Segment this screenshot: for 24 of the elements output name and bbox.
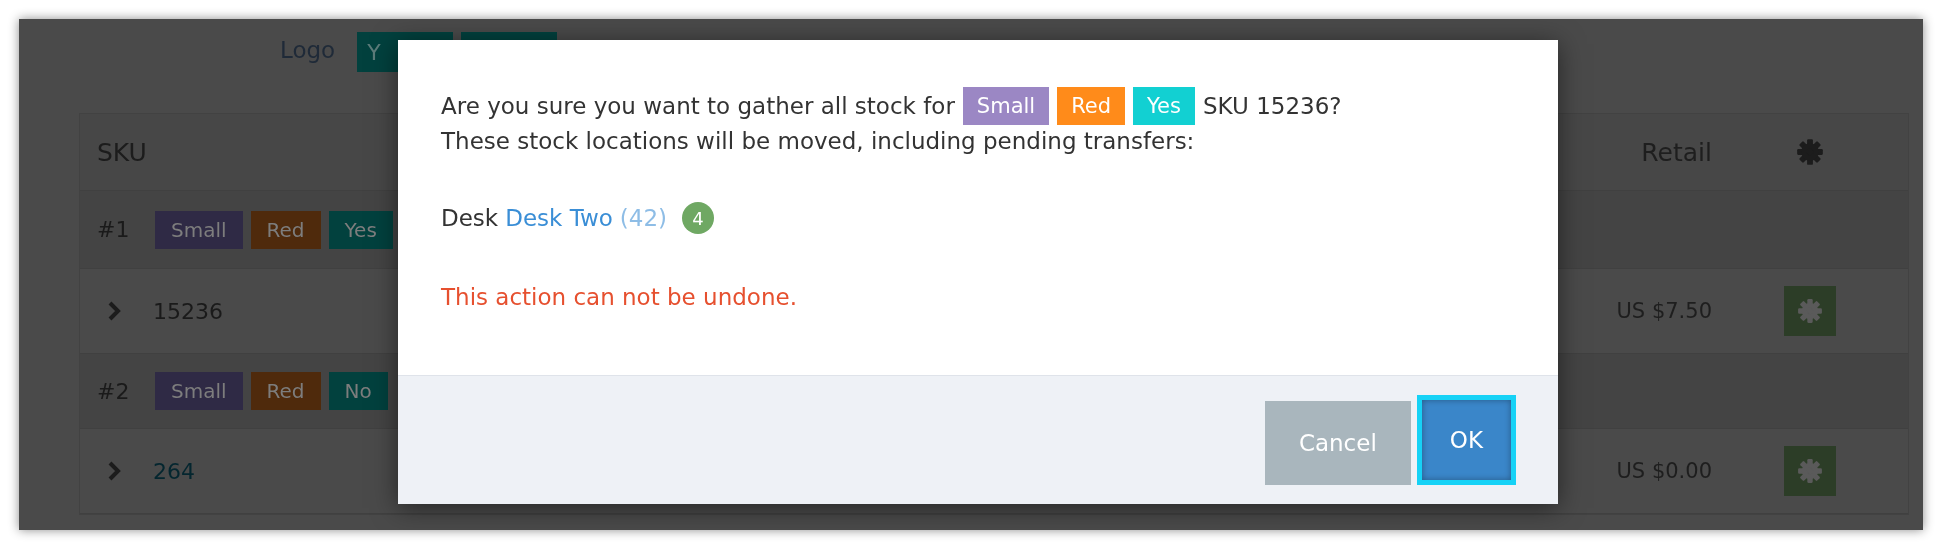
variant-tag: Red [250, 372, 321, 410]
settings-button[interactable] [1784, 446, 1836, 496]
stock-count: (42) [619, 205, 667, 231]
warning-text: This action can not be undone. [441, 284, 798, 310]
variant-tag: Red [250, 210, 321, 249]
chevron-icon[interactable] [107, 460, 121, 482]
note-text: These stock locations will be moved, including pending transfers: [441, 128, 1196, 154]
variant-tag: Small [155, 372, 243, 410]
transfer-badge: 4 [682, 202, 714, 234]
settings-button[interactable] [1784, 286, 1836, 336]
variant-tag: No [328, 372, 388, 410]
location-link[interactable]: Desk Two [505, 205, 613, 231]
chevron-icon[interactable] [107, 300, 121, 322]
cancel-button[interactable]: Cancel [1264, 401, 1411, 485]
ok-button[interactable]: OK [1416, 395, 1516, 485]
variant-tag: Yes [1133, 87, 1195, 125]
question-text: Are you sure you want to gather all stock for [441, 93, 955, 119]
sku-link[interactable]: 264 [153, 458, 195, 484]
location-type: Desk [441, 205, 499, 231]
variant-tag: Small [155, 210, 243, 249]
variant-tag: Red [1057, 87, 1126, 125]
variant-tag: Yes [328, 210, 393, 249]
variant-tag: Small [962, 87, 1050, 125]
question-text: SKU 15236? [1203, 93, 1342, 119]
